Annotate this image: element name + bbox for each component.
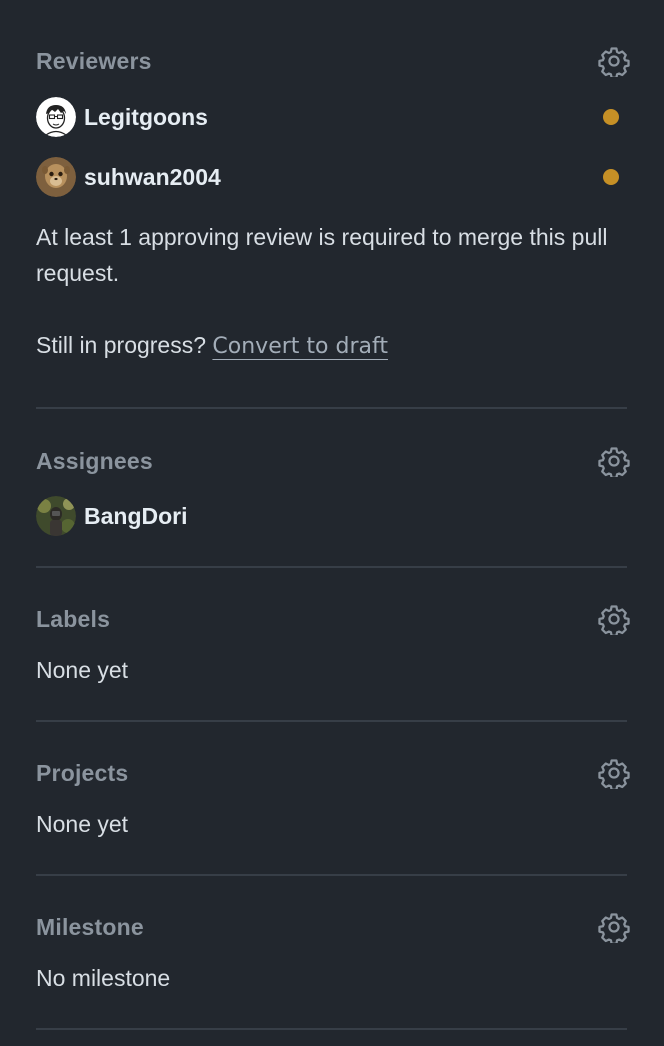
milestone-gear-icon[interactable] [597, 910, 631, 944]
labels-section: Labels None yet [36, 568, 630, 722]
labels-title: Labels [36, 605, 111, 632]
convert-to-draft-link[interactable]: Convert to draft [212, 334, 388, 359]
avatar[interactable] [36, 157, 76, 197]
reviewers-header: Reviewers [36, 41, 630, 81]
projects-section: Projects None yet [36, 722, 630, 876]
reviewer-row[interactable]: suhwan2004 [36, 155, 627, 199]
milestone-header: Milestone [36, 907, 630, 947]
assignees-title: Assignees [36, 447, 153, 474]
assignees-section: Assignees BangDori [36, 409, 630, 568]
pending-review-dot-icon [603, 169, 619, 185]
assignee-row[interactable]: BangDori [36, 494, 627, 538]
projects-gear-icon[interactable] [597, 756, 631, 790]
review-requirement-text: At least 1 approving review is required … [36, 224, 608, 286]
labels-gear-icon[interactable] [597, 602, 631, 636]
projects-value: None yet [36, 811, 129, 837]
projects-header: Projects [36, 753, 630, 793]
assignee-name[interactable]: BangDori [84, 503, 188, 530]
labels-value: None yet [36, 657, 129, 683]
avatar[interactable] [36, 496, 76, 536]
draft-prompt-text: Still in progress? [36, 332, 207, 358]
pending-review-dot-icon [603, 109, 619, 125]
labels-header: Labels [36, 599, 630, 639]
reviewer-name[interactable]: Legitgoons [84, 104, 208, 131]
pr-sidebar: Reviewers Legitgoons suhwan2004 At least… [0, 0, 664, 1046]
avatar[interactable] [36, 97, 76, 137]
reviewer-row[interactable]: Legitgoons [36, 95, 627, 139]
reviewers-section: Reviewers Legitgoons suhwan2004 At least… [36, 0, 630, 409]
milestone-section: Milestone No milestone [36, 876, 630, 1030]
reviewers-gear-icon[interactable] [597, 44, 631, 78]
draft-prompt-row: Still in progress? Convert to draft [36, 327, 627, 365]
assignees-header: Assignees [36, 441, 630, 481]
assignees-gear-icon[interactable] [597, 444, 631, 478]
milestone-title: Milestone [36, 913, 144, 940]
milestone-value: No milestone [36, 965, 171, 991]
projects-title: Projects [36, 759, 129, 786]
reviewers-title: Reviewers [36, 47, 152, 74]
reviewer-name[interactable]: suhwan2004 [84, 164, 221, 191]
